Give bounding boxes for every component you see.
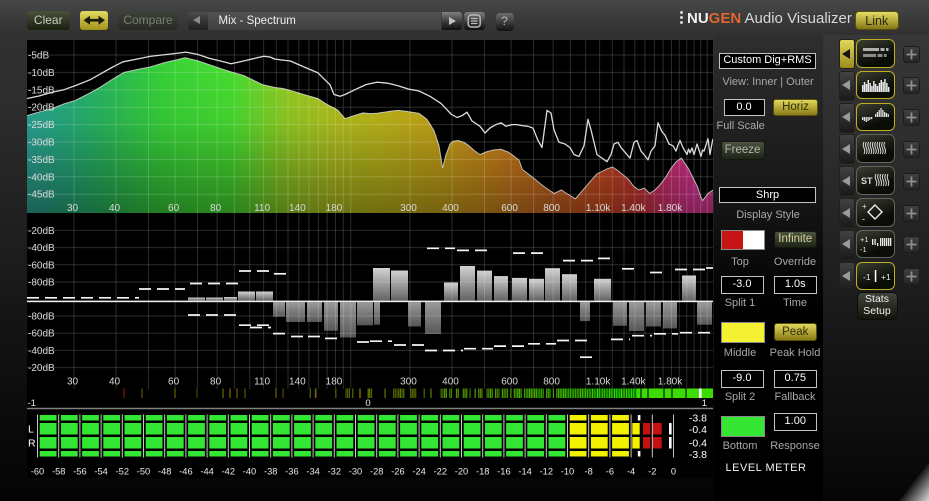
svg-text:-0.4: -0.4 xyxy=(689,424,707,436)
svg-text:-20: -20 xyxy=(455,467,468,477)
svg-text:-54: -54 xyxy=(94,467,107,477)
svg-text:-58: -58 xyxy=(52,467,65,477)
svg-text:-36: -36 xyxy=(285,467,298,477)
svg-text:-80dB: -80dB xyxy=(28,312,55,323)
svg-text:-42: -42 xyxy=(222,467,235,477)
svg-text:30: 30 xyxy=(67,377,79,388)
svg-text:-45dB: -45dB xyxy=(28,190,55,201)
svg-text:400: 400 xyxy=(442,377,459,388)
svg-text:-16: -16 xyxy=(497,467,510,477)
svg-text:800: 800 xyxy=(543,203,560,214)
svg-text:140: 140 xyxy=(289,203,306,214)
svg-text:ST: ST xyxy=(861,176,873,186)
svg-text:-: - xyxy=(862,214,865,224)
svg-text:-3.8: -3.8 xyxy=(689,413,707,425)
svg-text:0: 0 xyxy=(671,467,676,477)
svg-text:+1: +1 xyxy=(881,272,891,282)
svg-text:-32: -32 xyxy=(328,467,341,477)
svg-text:-12: -12 xyxy=(540,467,553,477)
svg-text:-60dB: -60dB xyxy=(28,260,55,271)
svg-text:-28: -28 xyxy=(370,467,383,477)
svg-text:-34: -34 xyxy=(306,467,319,477)
svg-text:1.80k: 1.80k xyxy=(658,203,683,214)
svg-text:-20dB: -20dB xyxy=(28,103,55,114)
svg-text:L: L xyxy=(28,424,34,436)
svg-text:R: R xyxy=(28,438,36,450)
svg-text:-26: -26 xyxy=(391,467,404,477)
svg-text:1.80k: 1.80k xyxy=(658,377,683,388)
svg-text:1.40k: 1.40k xyxy=(621,203,646,214)
svg-text:1.10k: 1.10k xyxy=(586,377,611,388)
svg-text:+: + xyxy=(862,202,867,211)
svg-text:-60dB: -60dB xyxy=(28,329,55,340)
svg-text:-2: -2 xyxy=(648,467,656,477)
svg-text:-1: -1 xyxy=(860,245,867,254)
svg-text:-0.4: -0.4 xyxy=(689,438,707,450)
svg-text:-6: -6 xyxy=(606,467,614,477)
svg-text:600: 600 xyxy=(501,203,518,214)
svg-text:40: 40 xyxy=(109,377,121,388)
svg-text:-22: -22 xyxy=(434,467,447,477)
svg-text:1.40k: 1.40k xyxy=(621,377,646,388)
svg-text:-40dB: -40dB xyxy=(28,172,55,183)
svg-text:110: 110 xyxy=(254,203,270,214)
svg-text:-60: -60 xyxy=(31,467,44,477)
svg-text:-46: -46 xyxy=(179,467,192,477)
svg-text:-1: -1 xyxy=(28,398,36,409)
svg-text:-30dB: -30dB xyxy=(28,138,55,149)
svg-text:-4: -4 xyxy=(627,467,635,477)
svg-text:-18: -18 xyxy=(476,467,489,477)
svg-text:-20dB: -20dB xyxy=(28,226,55,237)
svg-text:1.10k: 1.10k xyxy=(586,203,611,214)
svg-text:300: 300 xyxy=(400,203,417,214)
svg-text:1: 1 xyxy=(702,398,707,409)
svg-text:600: 600 xyxy=(501,377,518,388)
svg-text:-14: -14 xyxy=(518,467,531,477)
svg-text:-5dB: -5dB xyxy=(28,51,49,62)
svg-text:-40: -40 xyxy=(243,467,256,477)
svg-text:-10: -10 xyxy=(561,467,574,477)
svg-text:800: 800 xyxy=(543,377,560,388)
svg-text:0: 0 xyxy=(365,398,370,409)
svg-text:-10dB: -10dB xyxy=(28,68,55,79)
svg-text:110: 110 xyxy=(254,377,270,388)
svg-text:-3.8: -3.8 xyxy=(689,449,707,461)
svg-text:-20dB: -20dB xyxy=(28,363,55,374)
svg-text:-50: -50 xyxy=(137,467,150,477)
svg-text:-44: -44 xyxy=(200,467,213,477)
svg-text:140: 140 xyxy=(289,377,306,388)
svg-text:-38: -38 xyxy=(264,467,277,477)
svg-text:400: 400 xyxy=(442,203,459,214)
svg-text:-8: -8 xyxy=(585,467,593,477)
svg-text:-25dB: -25dB xyxy=(28,120,55,131)
svg-text:-35dB: -35dB xyxy=(28,155,55,166)
svg-text:30: 30 xyxy=(67,203,79,214)
svg-text:-24: -24 xyxy=(412,467,425,477)
svg-text:-52: -52 xyxy=(116,467,129,477)
svg-text:-40dB: -40dB xyxy=(28,346,55,357)
svg-text:80: 80 xyxy=(210,203,222,214)
svg-text:-40dB: -40dB xyxy=(28,243,55,254)
svg-text:-1: -1 xyxy=(863,272,871,282)
svg-text:40: 40 xyxy=(109,203,121,214)
svg-text:-15dB: -15dB xyxy=(28,85,55,96)
svg-text:-30: -30 xyxy=(349,467,362,477)
svg-text:300: 300 xyxy=(400,377,417,388)
svg-text:60: 60 xyxy=(168,203,180,214)
svg-text:180: 180 xyxy=(326,203,343,214)
svg-text:-56: -56 xyxy=(73,467,86,477)
svg-text:180: 180 xyxy=(326,377,343,388)
svg-text:-80dB: -80dB xyxy=(28,278,55,289)
svg-text:-48: -48 xyxy=(158,467,171,477)
svg-text:+1: +1 xyxy=(860,235,869,244)
svg-text:60: 60 xyxy=(168,377,180,388)
svg-text:80: 80 xyxy=(210,377,222,388)
